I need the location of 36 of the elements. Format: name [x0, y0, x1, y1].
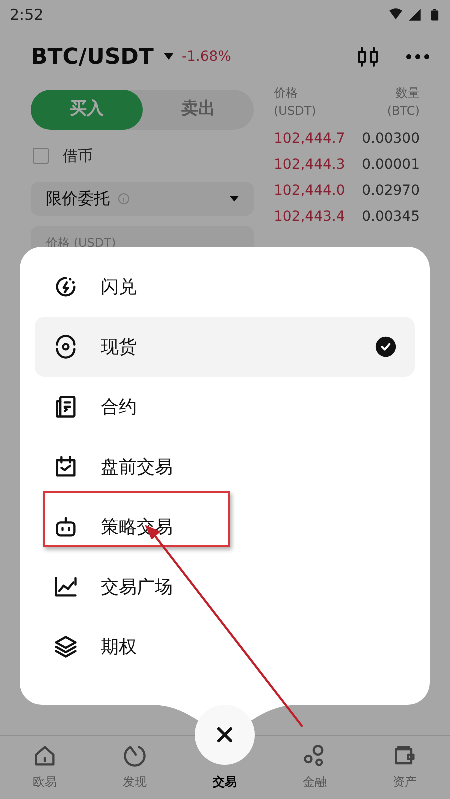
caret-icon[interactable]	[164, 53, 174, 61]
checkbox-label: 借币	[63, 146, 93, 167]
close-icon	[216, 726, 234, 744]
caret-icon	[230, 196, 239, 202]
ask-amount: 0.02970	[362, 182, 420, 200]
column-header: 数量	[396, 85, 420, 102]
ask-amount: 0.00345	[362, 208, 420, 226]
ask-price: 102,444.3	[274, 156, 346, 174]
pair-title: BTC/USDT	[31, 44, 154, 72]
menu-item[interactable]: 盘前交易	[35, 437, 415, 497]
menu-item[interactable]: 交易广场	[35, 557, 415, 617]
status-time: 2:52	[10, 4, 44, 26]
info-icon	[118, 193, 130, 205]
ask-price: 102,444.7	[274, 130, 346, 148]
checkmark-icon	[375, 336, 397, 358]
wifi-icon	[388, 8, 404, 22]
ask-amount: 0.00300	[362, 130, 420, 148]
compass-icon	[122, 743, 148, 769]
ask-price: 102,444.0	[274, 182, 346, 200]
column-header: 价格	[274, 85, 299, 102]
menu-item[interactable]: 合约	[35, 377, 415, 437]
menu-item[interactable]: 闪兑	[35, 257, 415, 317]
ask-amount: 0.00001	[362, 156, 420, 174]
signal-icon	[408, 8, 422, 22]
column-unit: (BTC)	[387, 103, 420, 120]
order-type-dropdown[interactable]: 限价委托	[31, 182, 254, 216]
column-unit: (USDT)	[274, 103, 316, 120]
battery-icon	[430, 7, 440, 23]
menu-item[interactable]: 期权	[35, 617, 415, 677]
checkbox[interactable]	[33, 148, 49, 164]
more-icon[interactable]	[406, 54, 430, 60]
candlestick-icon[interactable]	[356, 45, 380, 69]
menu-item[interactable]: 现货	[35, 317, 415, 377]
layers-icon	[53, 634, 79, 660]
price-change: -1.68%	[182, 48, 232, 66]
ask-price: 102,443.4	[274, 208, 346, 226]
